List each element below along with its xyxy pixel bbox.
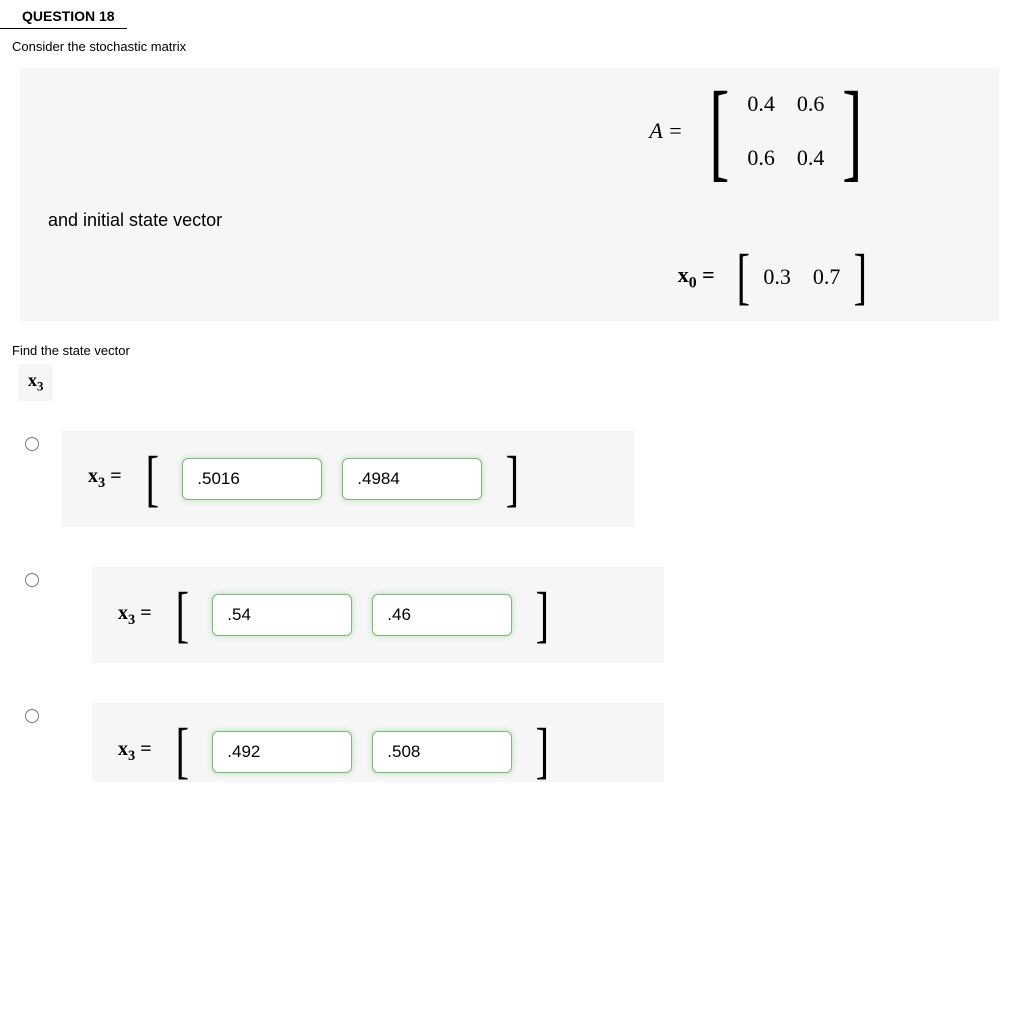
option-row-c: x3 = [ .492 .508 ] xyxy=(20,703,1011,781)
right-bracket-icon: ] xyxy=(854,253,867,301)
option-b-radio[interactable] xyxy=(25,573,39,587)
option-b-value2: .46 xyxy=(372,594,512,636)
option-b-answer: x3 = [ .54 .46 ] xyxy=(92,567,664,663)
right-bracket-icon: ] xyxy=(843,88,863,174)
option-row-b: x3 = [ .54 .46 ] xyxy=(20,567,1011,663)
option-a-radio[interactable] xyxy=(25,437,39,451)
matrix-a-block: A = [ 0.4 0.6 0.6 0.4 ] and initial stat… xyxy=(20,68,999,321)
option-a-value1: .5016 xyxy=(182,458,322,500)
option-c-answer: x3 = [ .492 .508 ] xyxy=(92,703,664,781)
x0-v1: 0.3 xyxy=(763,264,791,290)
initial-state-text: and initial state vector xyxy=(48,210,971,231)
matrix-a: [ 0.4 0.6 0.6 0.4 ] xyxy=(701,88,871,174)
question-header: QUESTION 18 xyxy=(0,0,127,29)
option-c-radio[interactable] xyxy=(25,709,39,723)
right-bracket-icon: ] xyxy=(536,591,549,639)
x0-v2: 0.7 xyxy=(813,264,841,290)
prompt-text: Consider the stochastic matrix xyxy=(0,35,1011,68)
x0-label: x0 = xyxy=(678,262,715,292)
matrix-a-r1c1: 0.4 xyxy=(747,91,775,117)
matrix-a-label: A = xyxy=(649,118,682,144)
right-bracket-icon: ] xyxy=(536,727,549,775)
matrix-a-r2c1: 0.6 xyxy=(747,145,775,171)
option-c-value1: .492 xyxy=(212,731,352,773)
right-bracket-icon: ] xyxy=(506,455,519,503)
x3-symbol: x3 xyxy=(18,364,53,401)
option-a-value2: .4984 xyxy=(342,458,482,500)
left-bracket-icon: [ xyxy=(709,88,729,174)
x0-vector: [ 0.3 0.7 ] xyxy=(733,253,871,301)
option-b-label: x3 = xyxy=(118,602,152,629)
left-bracket-icon: [ xyxy=(175,727,188,775)
left-bracket-icon: [ xyxy=(175,591,188,639)
left-bracket-icon: [ xyxy=(736,253,749,301)
option-a-label: x3 = xyxy=(88,465,122,492)
option-b-value1: .54 xyxy=(212,594,352,636)
option-a-answer: x3 = [ .5016 .4984 ] xyxy=(62,431,634,527)
option-c-value2: .508 xyxy=(372,731,512,773)
option-row-a: x3 = [ .5016 .4984 ] xyxy=(20,431,1011,527)
find-text: Find the state vector xyxy=(0,333,1011,358)
matrix-a-r1c2: 0.6 xyxy=(797,91,825,117)
left-bracket-icon: [ xyxy=(145,455,158,503)
option-c-label: x3 = xyxy=(118,738,152,765)
matrix-a-r2c2: 0.4 xyxy=(797,145,825,171)
